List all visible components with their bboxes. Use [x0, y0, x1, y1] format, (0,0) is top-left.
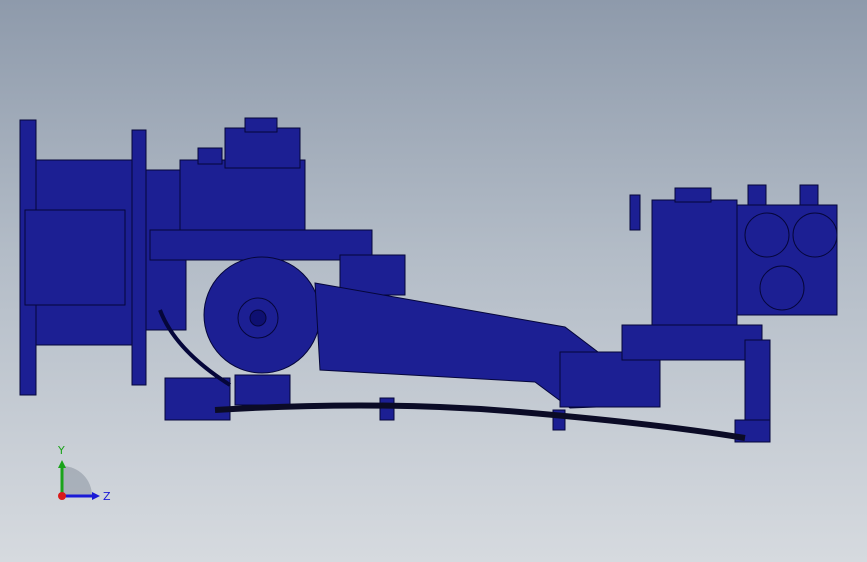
valve-wheel-1: [744, 212, 790, 258]
pump-assembly-model[interactable]: [0, 0, 867, 562]
hydraulic-hose: [214, 402, 746, 441]
z-axis-label: Z: [103, 490, 111, 503]
mid-deck: [149, 229, 373, 261]
pump-cap: [244, 117, 278, 133]
motor-panel: [24, 209, 126, 306]
pump-housing: [179, 159, 306, 231]
top-fitting-2: [799, 184, 819, 206]
lower-bracket: [164, 377, 231, 421]
pump-side-valve: [197, 147, 223, 165]
left-valve-stem: [629, 194, 641, 231]
cad-viewport[interactable]: Y Z: [0, 0, 867, 562]
cylinder-cap: [674, 187, 712, 203]
x-axis: [58, 492, 66, 500]
top-fitting-1: [747, 184, 767, 206]
y-axis-label: Y: [57, 444, 65, 457]
valve-wheel-3: [759, 265, 805, 311]
support-platform: [621, 324, 763, 361]
mid-bracket: [379, 397, 395, 421]
orientation-triad: Y Z: [57, 444, 111, 503]
right-cylinder: [651, 199, 738, 326]
second-flange: [131, 129, 147, 386]
pump-top-block: [224, 127, 301, 169]
valve-wheel-2: [792, 212, 838, 258]
lower-clamp: [234, 374, 291, 406]
